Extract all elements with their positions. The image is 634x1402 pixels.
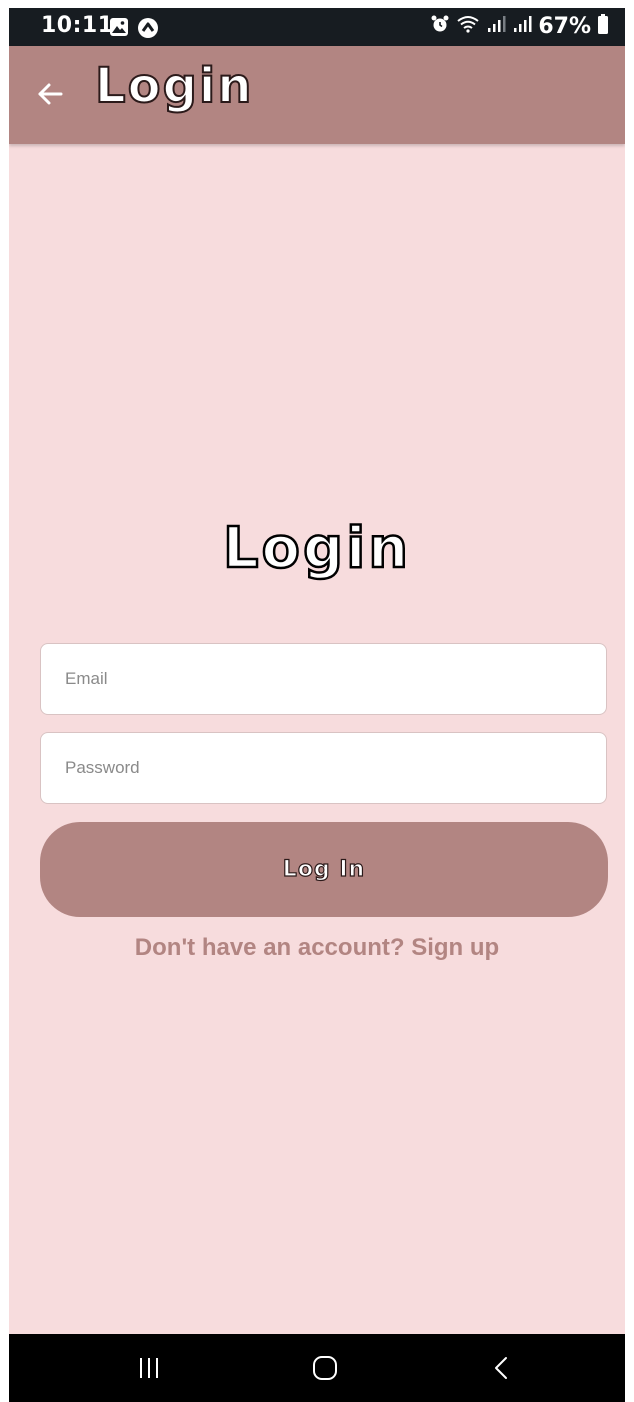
status-right-icons: 67% (430, 13, 609, 39)
signal-icon (486, 14, 506, 38)
email-field[interactable] (40, 643, 607, 715)
status-bar: 10:11 67% (9, 8, 625, 46)
signup-link[interactable]: Don't have an account? Sign up (9, 934, 625, 962)
app-notification-icon (137, 17, 159, 43)
signal-icon (512, 14, 532, 38)
login-button[interactable]: Log In (40, 822, 608, 917)
password-field[interactable] (40, 732, 607, 804)
alarm-icon (430, 14, 450, 38)
app-bar-title: Login (94, 57, 254, 115)
battery-icon (597, 13, 609, 39)
navigation-bar (9, 1334, 625, 1402)
home-icon[interactable] (275, 1334, 375, 1402)
wifi-icon (456, 14, 480, 38)
recent-apps-icon[interactable] (99, 1334, 199, 1402)
app-bar: Login (9, 46, 625, 144)
page-title: Login (222, 515, 412, 583)
battery-percentage: 67% (538, 13, 591, 39)
gallery-icon (109, 17, 129, 43)
status-time: 10:11 (41, 13, 114, 38)
back-icon[interactable] (452, 1334, 552, 1402)
app-screen: 10:11 67% Login Login Email Log In Don't… (9, 8, 625, 1402)
status-left-icons (109, 17, 159, 43)
arrow-left-icon[interactable] (35, 79, 65, 109)
